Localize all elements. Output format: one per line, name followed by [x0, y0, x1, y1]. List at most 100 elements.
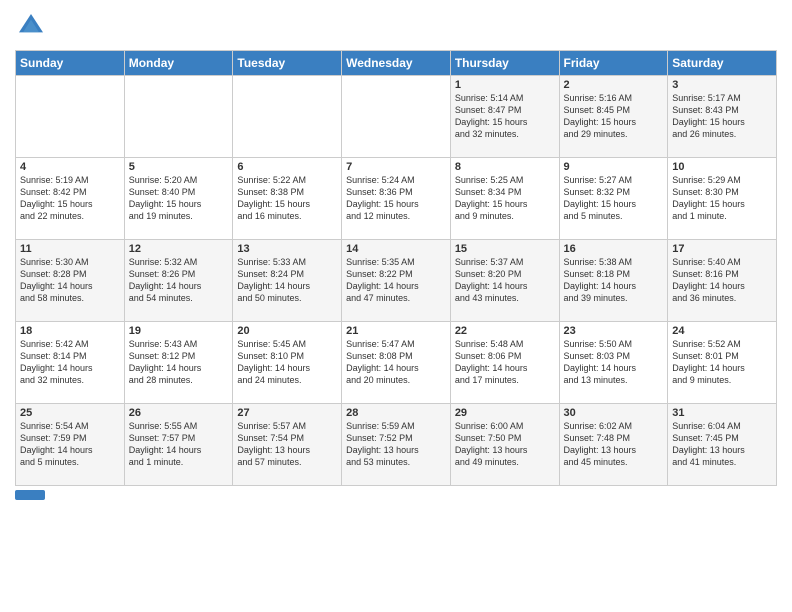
- calendar-cell: 17Sunrise: 5:40 AM Sunset: 8:16 PM Dayli…: [668, 240, 777, 322]
- calendar-cell: 13Sunrise: 5:33 AM Sunset: 8:24 PM Dayli…: [233, 240, 342, 322]
- day-number: 7: [346, 161, 446, 173]
- day-number: 6: [237, 161, 337, 173]
- day-info: Sunrise: 5:47 AM Sunset: 8:08 PM Dayligh…: [346, 338, 446, 387]
- calendar-cell: 20Sunrise: 5:45 AM Sunset: 8:10 PM Dayli…: [233, 322, 342, 404]
- day-number: 29: [455, 407, 555, 419]
- calendar-cell: 6Sunrise: 5:22 AM Sunset: 8:38 PM Daylig…: [233, 158, 342, 240]
- day-info: Sunrise: 6:04 AM Sunset: 7:45 PM Dayligh…: [672, 420, 772, 469]
- col-header-friday: Friday: [559, 51, 668, 76]
- col-header-tuesday: Tuesday: [233, 51, 342, 76]
- day-number: 25: [20, 407, 120, 419]
- calendar-cell: 2Sunrise: 5:16 AM Sunset: 8:45 PM Daylig…: [559, 76, 668, 158]
- day-number: 22: [455, 325, 555, 337]
- day-info: Sunrise: 6:02 AM Sunset: 7:48 PM Dayligh…: [564, 420, 664, 469]
- header: [15, 10, 777, 42]
- day-info: Sunrise: 5:19 AM Sunset: 8:42 PM Dayligh…: [20, 174, 120, 223]
- day-info: Sunrise: 5:14 AM Sunset: 8:47 PM Dayligh…: [455, 92, 555, 141]
- day-info: Sunrise: 5:42 AM Sunset: 8:14 PM Dayligh…: [20, 338, 120, 387]
- calendar-cell: 31Sunrise: 6:04 AM Sunset: 7:45 PM Dayli…: [668, 404, 777, 486]
- calendar-cell: 24Sunrise: 5:52 AM Sunset: 8:01 PM Dayli…: [668, 322, 777, 404]
- week-row-0: 1Sunrise: 5:14 AM Sunset: 8:47 PM Daylig…: [16, 76, 777, 158]
- calendar-cell: 23Sunrise: 5:50 AM Sunset: 8:03 PM Dayli…: [559, 322, 668, 404]
- day-info: Sunrise: 5:43 AM Sunset: 8:12 PM Dayligh…: [129, 338, 229, 387]
- calendar-cell: 21Sunrise: 5:47 AM Sunset: 8:08 PM Dayli…: [342, 322, 451, 404]
- day-number: 14: [346, 243, 446, 255]
- col-header-monday: Monday: [124, 51, 233, 76]
- day-number: 12: [129, 243, 229, 255]
- day-number: 19: [129, 325, 229, 337]
- calendar-cell: 8Sunrise: 5:25 AM Sunset: 8:34 PM Daylig…: [450, 158, 559, 240]
- week-row-1: 4Sunrise: 5:19 AM Sunset: 8:42 PM Daylig…: [16, 158, 777, 240]
- day-number: 18: [20, 325, 120, 337]
- day-info: Sunrise: 5:59 AM Sunset: 7:52 PM Dayligh…: [346, 420, 446, 469]
- page: SundayMondayTuesdayWednesdayThursdayFrid…: [0, 0, 792, 612]
- day-info: Sunrise: 5:38 AM Sunset: 8:18 PM Dayligh…: [564, 256, 664, 305]
- calendar-cell: 15Sunrise: 5:37 AM Sunset: 8:20 PM Dayli…: [450, 240, 559, 322]
- logo-icon: [15, 10, 47, 42]
- calendar-cell: 14Sunrise: 5:35 AM Sunset: 8:22 PM Dayli…: [342, 240, 451, 322]
- footer: [15, 490, 777, 500]
- day-info: Sunrise: 5:52 AM Sunset: 8:01 PM Dayligh…: [672, 338, 772, 387]
- calendar-cell: [233, 76, 342, 158]
- col-header-sunday: Sunday: [16, 51, 125, 76]
- day-number: 5: [129, 161, 229, 173]
- calendar-cell: 26Sunrise: 5:55 AM Sunset: 7:57 PM Dayli…: [124, 404, 233, 486]
- day-info: Sunrise: 5:40 AM Sunset: 8:16 PM Dayligh…: [672, 256, 772, 305]
- calendar-header-row: SundayMondayTuesdayWednesdayThursdayFrid…: [16, 51, 777, 76]
- day-number: 3: [672, 79, 772, 91]
- calendar-cell: 29Sunrise: 6:00 AM Sunset: 7:50 PM Dayli…: [450, 404, 559, 486]
- day-info: Sunrise: 5:20 AM Sunset: 8:40 PM Dayligh…: [129, 174, 229, 223]
- day-number: 31: [672, 407, 772, 419]
- day-number: 23: [564, 325, 664, 337]
- day-info: Sunrise: 5:29 AM Sunset: 8:30 PM Dayligh…: [672, 174, 772, 223]
- calendar-cell: 7Sunrise: 5:24 AM Sunset: 8:36 PM Daylig…: [342, 158, 451, 240]
- day-number: 20: [237, 325, 337, 337]
- week-row-2: 11Sunrise: 5:30 AM Sunset: 8:28 PM Dayli…: [16, 240, 777, 322]
- calendar-cell: [124, 76, 233, 158]
- day-info: Sunrise: 5:27 AM Sunset: 8:32 PM Dayligh…: [564, 174, 664, 223]
- calendar-cell: 28Sunrise: 5:59 AM Sunset: 7:52 PM Dayli…: [342, 404, 451, 486]
- daylight-bar-icon: [15, 490, 45, 500]
- day-number: 13: [237, 243, 337, 255]
- day-info: Sunrise: 5:24 AM Sunset: 8:36 PM Dayligh…: [346, 174, 446, 223]
- day-info: Sunrise: 5:17 AM Sunset: 8:43 PM Dayligh…: [672, 92, 772, 141]
- day-info: Sunrise: 5:55 AM Sunset: 7:57 PM Dayligh…: [129, 420, 229, 469]
- calendar-cell: 11Sunrise: 5:30 AM Sunset: 8:28 PM Dayli…: [16, 240, 125, 322]
- day-number: 16: [564, 243, 664, 255]
- day-info: Sunrise: 5:50 AM Sunset: 8:03 PM Dayligh…: [564, 338, 664, 387]
- day-number: 1: [455, 79, 555, 91]
- day-info: Sunrise: 5:25 AM Sunset: 8:34 PM Dayligh…: [455, 174, 555, 223]
- calendar-cell: 27Sunrise: 5:57 AM Sunset: 7:54 PM Dayli…: [233, 404, 342, 486]
- day-number: 21: [346, 325, 446, 337]
- day-number: 4: [20, 161, 120, 173]
- day-number: 10: [672, 161, 772, 173]
- calendar-cell: 3Sunrise: 5:17 AM Sunset: 8:43 PM Daylig…: [668, 76, 777, 158]
- week-row-4: 25Sunrise: 5:54 AM Sunset: 7:59 PM Dayli…: [16, 404, 777, 486]
- day-number: 26: [129, 407, 229, 419]
- calendar-cell: 12Sunrise: 5:32 AM Sunset: 8:26 PM Dayli…: [124, 240, 233, 322]
- col-header-thursday: Thursday: [450, 51, 559, 76]
- calendar-cell: 22Sunrise: 5:48 AM Sunset: 8:06 PM Dayli…: [450, 322, 559, 404]
- day-info: Sunrise: 5:37 AM Sunset: 8:20 PM Dayligh…: [455, 256, 555, 305]
- day-number: 17: [672, 243, 772, 255]
- calendar-cell: 4Sunrise: 5:19 AM Sunset: 8:42 PM Daylig…: [16, 158, 125, 240]
- day-number: 8: [455, 161, 555, 173]
- day-info: Sunrise: 5:54 AM Sunset: 7:59 PM Dayligh…: [20, 420, 120, 469]
- calendar-cell: 16Sunrise: 5:38 AM Sunset: 8:18 PM Dayli…: [559, 240, 668, 322]
- day-info: Sunrise: 5:57 AM Sunset: 7:54 PM Dayligh…: [237, 420, 337, 469]
- calendar-cell: 10Sunrise: 5:29 AM Sunset: 8:30 PM Dayli…: [668, 158, 777, 240]
- calendar-cell: 1Sunrise: 5:14 AM Sunset: 8:47 PM Daylig…: [450, 76, 559, 158]
- day-number: 9: [564, 161, 664, 173]
- day-number: 28: [346, 407, 446, 419]
- day-info: Sunrise: 5:16 AM Sunset: 8:45 PM Dayligh…: [564, 92, 664, 141]
- week-row-3: 18Sunrise: 5:42 AM Sunset: 8:14 PM Dayli…: [16, 322, 777, 404]
- calendar-cell: [16, 76, 125, 158]
- logo: [15, 10, 51, 42]
- day-info: Sunrise: 6:00 AM Sunset: 7:50 PM Dayligh…: [455, 420, 555, 469]
- calendar: SundayMondayTuesdayWednesdayThursdayFrid…: [15, 50, 777, 486]
- day-number: 15: [455, 243, 555, 255]
- col-header-saturday: Saturday: [668, 51, 777, 76]
- calendar-cell: 18Sunrise: 5:42 AM Sunset: 8:14 PM Dayli…: [16, 322, 125, 404]
- day-info: Sunrise: 5:48 AM Sunset: 8:06 PM Dayligh…: [455, 338, 555, 387]
- calendar-cell: [342, 76, 451, 158]
